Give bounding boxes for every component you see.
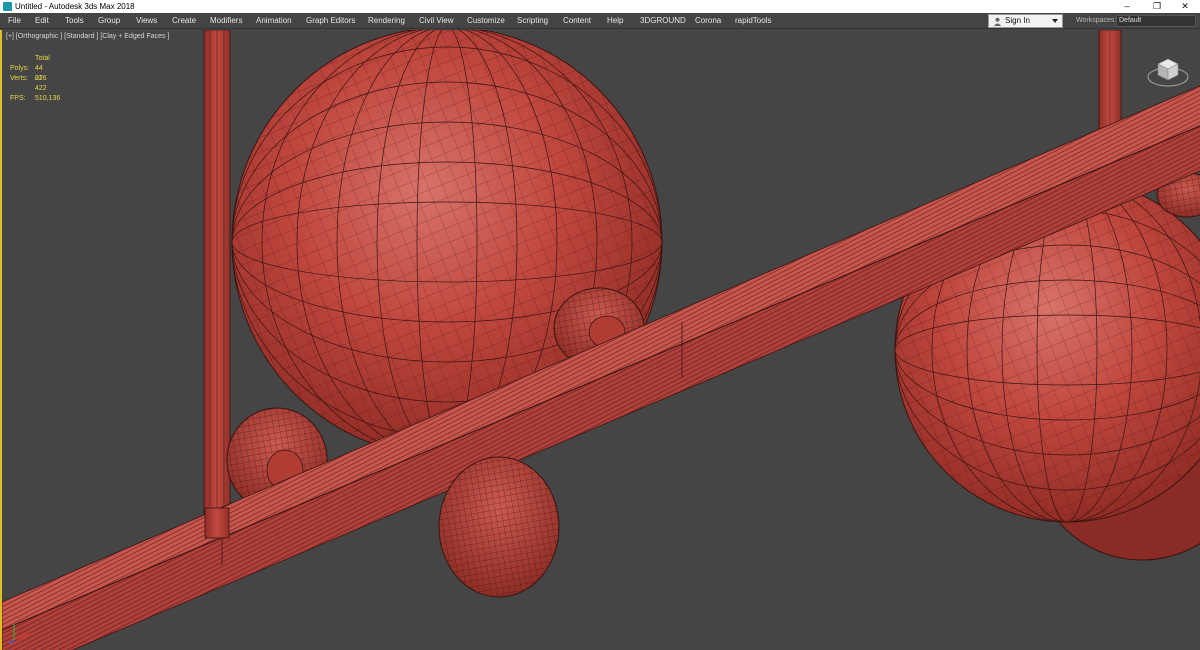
menu-file[interactable]: File <box>8 13 21 29</box>
menu-animation[interactable]: Animation <box>256 13 292 29</box>
minimize-icon[interactable]: – <box>1112 0 1142 13</box>
menu-customize[interactable]: Customize <box>467 13 505 29</box>
pole-left[interactable] <box>203 30 231 541</box>
menu-create[interactable]: Create <box>172 13 196 29</box>
menu-rendering[interactable]: Rendering <box>368 13 405 29</box>
menu-views[interactable]: Views <box>136 13 157 29</box>
window-title: Untitled - Autodesk 3ds Max 2018 <box>15 2 135 11</box>
app-icon <box>3 2 12 11</box>
restore-icon[interactable]: ❐ <box>1142 0 1172 13</box>
menu-tools[interactable]: Tools <box>65 13 84 29</box>
viewport-label[interactable]: [+] [Orthographic ] [Standard ] [Clay + … <box>6 33 169 40</box>
front-egg[interactable] <box>438 456 560 598</box>
title-bar: Untitled - Autodesk 3ds Max 2018 – ❐ ✕ <box>0 0 1200 13</box>
menu-civil-view[interactable]: Civil View <box>419 13 454 29</box>
chevron-down-icon <box>1052 19 1058 23</box>
menu-graph-editors[interactable]: Graph Editors <box>306 13 355 29</box>
user-icon <box>993 17 1002 26</box>
menu-content[interactable]: Content <box>563 13 591 29</box>
pole-left-base <box>204 507 230 539</box>
menu-rapidtools[interactable]: rapidTools <box>735 13 771 29</box>
verts-value: 22 422 <box>35 75 47 92</box>
sign-in-dropdown[interactable]: Sign In <box>988 14 1063 28</box>
fps-label: FPS: <box>10 95 26 102</box>
close-icon[interactable]: ✕ <box>1170 0 1200 13</box>
perspective-viewport[interactable]: [+] [Orthographic ] [Standard ] [Clay + … <box>0 30 1200 650</box>
polys-label: Polys: <box>10 65 30 72</box>
sign-in-label: Sign In <box>1005 16 1030 25</box>
workspaces-label: Workspaces: <box>1076 17 1117 24</box>
workspaces-select[interactable]: Default <box>1116 15 1196 27</box>
menu-help[interactable]: Help <box>607 13 623 29</box>
viewcube-icon[interactable] <box>1146 50 1190 90</box>
scene-canvas[interactable] <box>2 30 1200 650</box>
stats-header: Total <box>35 55 50 62</box>
verts-label: Verts: <box>10 75 28 82</box>
fps-value: 510,136 <box>35 95 61 102</box>
menu-modifiers[interactable]: Modifiers <box>210 13 242 29</box>
menu-corona[interactable]: Corona <box>695 13 721 29</box>
menu-scripting[interactable]: Scripting <box>517 13 548 29</box>
menu-group[interactable]: Group <box>98 13 120 29</box>
menu-3dground[interactable]: 3DGROUND <box>640 13 686 29</box>
menu-bar: File Edit Tools Group Views Create Modif… <box>0 13 1200 29</box>
menu-edit[interactable]: Edit <box>35 13 49 29</box>
axis-gizmo-icon <box>8 624 31 645</box>
